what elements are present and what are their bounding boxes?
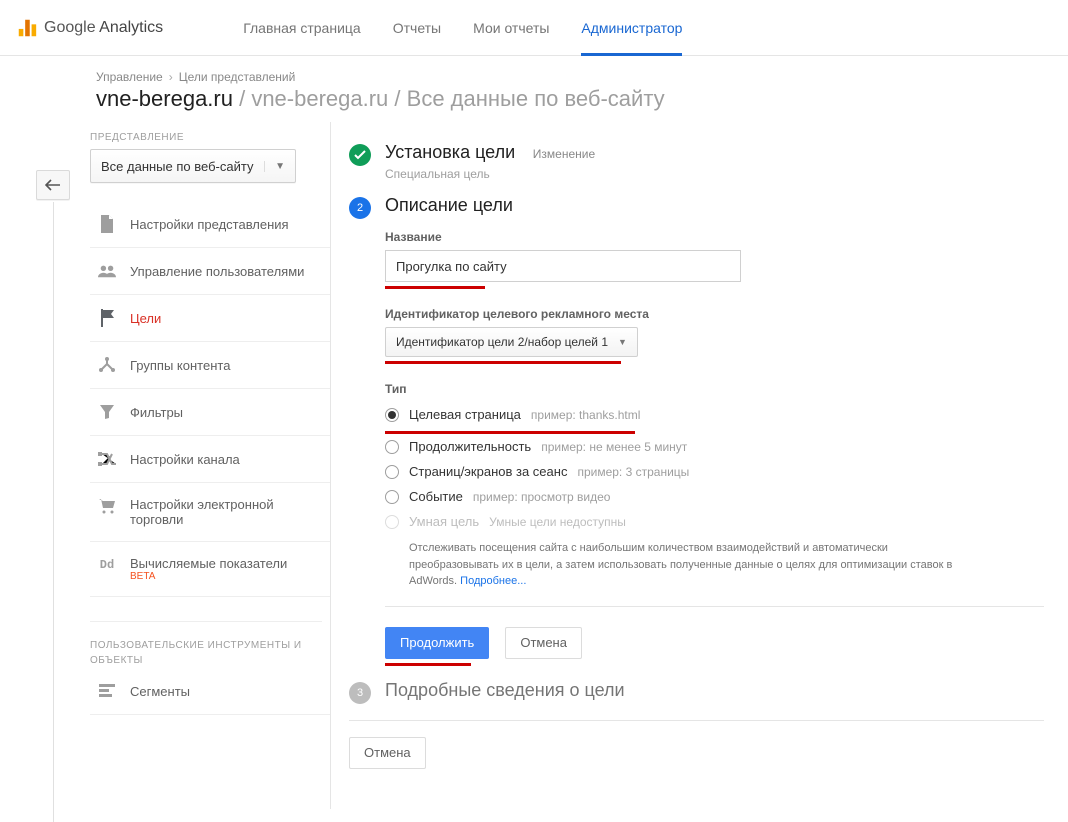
sidebar-item-users[interactable]: Управление пользователями: [90, 248, 330, 295]
chevron-down-icon: ▼: [264, 161, 285, 172]
sidebar-item-label: Настройки электронной торговли: [130, 497, 322, 527]
step-3-title: Подробные сведения о цели: [385, 680, 625, 701]
funnel-icon: [98, 403, 116, 421]
topnav-home[interactable]: Главная страница: [243, 0, 361, 56]
type-event-row[interactable]: Событие пример: просмотр видео: [385, 484, 1044, 509]
top-nav: Главная страница Отчеты Мои отчеты Админ…: [243, 0, 682, 56]
radio-icon[interactable]: [385, 440, 399, 454]
type-destination-label: Целевая страница: [409, 407, 521, 422]
sidebar-item-label: Вычисляемые показателиBETA: [130, 556, 287, 582]
dd-icon: Dd: [98, 556, 116, 574]
topnav-reports[interactable]: Отчеты: [393, 0, 441, 56]
radio-icon[interactable]: [385, 490, 399, 504]
top-bar: Google Analytics Главная страница Отчеты…: [0, 0, 1068, 56]
goal-name-input[interactable]: [385, 250, 741, 282]
step-1-subtitle: Специальная цель: [385, 167, 1044, 181]
sidebar-item-view-settings[interactable]: Настройки представления: [90, 201, 330, 248]
logo[interactable]: Google Analytics: [16, 17, 163, 39]
sidebar-item-content-groups[interactable]: Группы контента: [90, 342, 330, 389]
type-label: Тип: [385, 382, 1044, 396]
step-1-title: Установка цели: [385, 142, 515, 163]
type-duration-label: Продолжительность: [409, 439, 531, 454]
divider: [385, 606, 1044, 607]
sidebar: ПРЕДСТАВЛЕНИЕ Все данные по веб-сайту ▼ …: [0, 122, 330, 809]
back-button[interactable]: [36, 170, 70, 200]
sidebar-item-calculated[interactable]: Dd Вычисляемые показателиBETA: [90, 542, 330, 597]
analytics-logo-icon: [16, 17, 38, 39]
sidebar-item-label: Цели: [130, 311, 161, 326]
type-event-hint: пример: просмотр видео: [473, 490, 611, 504]
type-pages-row[interactable]: Страниц/экранов за сеанс пример: 3 стран…: [385, 459, 1044, 484]
radio-selected-icon[interactable]: [385, 408, 399, 422]
topnav-admin[interactable]: Администратор: [581, 0, 682, 56]
type-duration-hint: пример: не менее 5 минут: [541, 440, 687, 454]
radio-disabled-icon: [385, 515, 399, 529]
type-pages-label: Страниц/экранов за сеанс: [409, 464, 567, 479]
document-icon: [98, 215, 116, 233]
type-destination-hint: пример: thanks.html: [531, 408, 641, 422]
view-dropdown[interactable]: Все данные по веб-сайту ▼: [90, 149, 296, 183]
segments-icon: [98, 682, 116, 700]
annotation-underline: [385, 663, 471, 666]
view-label: ПРЕДСТАВЛЕНИЕ: [90, 132, 330, 143]
sidebar-item-label: Управление пользователями: [130, 264, 304, 279]
cart-icon: [98, 497, 116, 515]
type-duration-row[interactable]: Продолжительность пример: не менее 5 мин…: [385, 434, 1044, 459]
sidebar-item-label: Фильтры: [130, 405, 183, 420]
type-event-label: Событие: [409, 489, 463, 504]
flag-icon: [98, 309, 116, 327]
radio-icon[interactable]: [385, 465, 399, 479]
name-label: Название: [385, 230, 1044, 244]
sidebar-section-personal-tools: ПОЛЬЗОВАТЕЛЬСКИЕ ИНСТРУМЕНТЫ И ОБЪЕКТЫ: [90, 621, 322, 668]
type-destination-row[interactable]: Целевая страница пример: thanks.html: [385, 402, 1044, 427]
type-pages-hint: пример: 3 страницы: [577, 465, 689, 479]
sidebar-item-ecommerce[interactable]: Настройки электронной торговли: [90, 483, 330, 542]
type-smart-row: Умная цель Умные цели недоступны: [385, 509, 1044, 534]
chevron-down-icon: ▼: [618, 337, 627, 347]
type-smart-label: Умная цель: [409, 514, 479, 529]
step-1-edit-link[interactable]: Изменение: [533, 147, 595, 161]
sidebar-item-label: Группы контента: [130, 358, 230, 373]
smart-goal-more-link[interactable]: Подробнее...: [460, 575, 526, 587]
step-1: Установка цели Изменение Специальная цел…: [349, 142, 1044, 181]
arrow-left-icon: [45, 179, 61, 191]
sidebar-item-channel-settings[interactable]: Настройки канала: [90, 436, 330, 483]
step-3: 3 Подробные сведения о цели: [349, 680, 1044, 704]
logo-text: Google Analytics: [44, 19, 163, 37]
slot-label: Идентификатор целевого рекламного места: [385, 307, 1044, 321]
page-title: vne-berega.ru / vne-berega.ru / Все данн…: [0, 86, 1068, 122]
global-cancel-button[interactable]: Отмена: [349, 737, 426, 769]
branch-icon: [98, 356, 116, 374]
vertical-rule: [53, 202, 54, 822]
sidebar-item-filters[interactable]: Фильтры: [90, 389, 330, 436]
continue-button[interactable]: Продолжить: [385, 627, 489, 659]
sidebar-item-label: Настройки представления: [130, 217, 289, 232]
sidebar-item-label: Настройки канала: [130, 452, 240, 467]
check-icon: [349, 144, 371, 166]
step-cancel-button[interactable]: Отмена: [505, 627, 582, 659]
sidebar-item-segments[interactable]: Сегменты: [90, 668, 330, 715]
main-content: Установка цели Изменение Специальная цел…: [330, 122, 1068, 809]
crumb-goals[interactable]: Цели представлений: [179, 70, 296, 84]
sidebar-item-goals[interactable]: Цели: [90, 295, 330, 342]
goal-slot-dropdown[interactable]: Идентификатор цели 2/набор целей 1 ▼: [385, 327, 638, 357]
annotation-underline: [385, 286, 485, 289]
step-2-title: Описание цели: [385, 195, 513, 216]
breadcrumb: Управление›Цели представлений: [0, 56, 1068, 86]
divider: [349, 720, 1044, 721]
step-2-badge: 2: [349, 197, 371, 219]
smart-goal-description: Отслеживать посещения сайта с наибольшим…: [409, 540, 969, 590]
step-2: 2 Описание цели Название Идентификатор ц…: [349, 195, 1044, 666]
channels-icon: [98, 450, 116, 468]
type-smart-hint: Умные цели недоступны: [489, 515, 626, 529]
sidebar-item-label: Сегменты: [130, 684, 190, 699]
topnav-my-reports[interactable]: Мои отчеты: [473, 0, 549, 56]
sidebar-menu: Настройки представления Управление польз…: [90, 201, 330, 597]
goal-slot-value: Идентификатор цели 2/набор целей 1: [396, 335, 608, 349]
view-dropdown-value: Все данные по веб-сайту: [101, 159, 253, 174]
annotation-underline: [385, 361, 621, 364]
step-3-badge: 3: [349, 682, 371, 704]
crumb-admin[interactable]: Управление: [96, 70, 163, 84]
users-icon: [98, 262, 116, 280]
